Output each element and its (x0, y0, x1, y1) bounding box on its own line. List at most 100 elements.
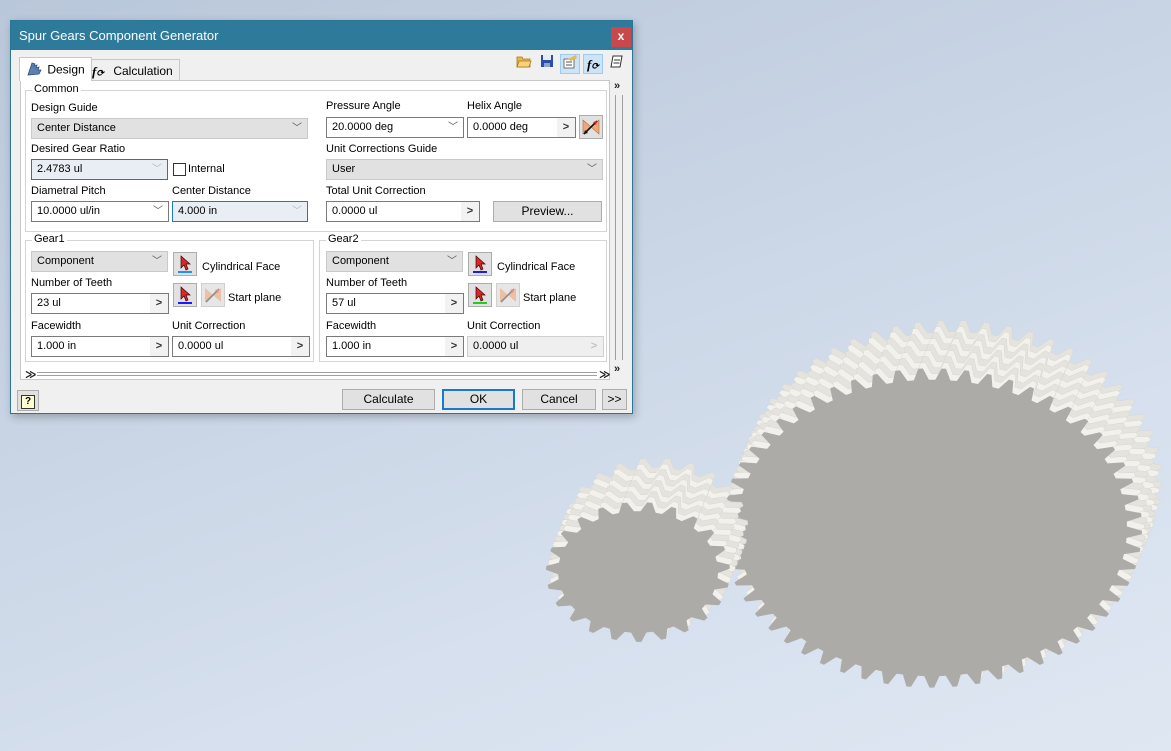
gear1-start-plane-select-button[interactable] (173, 283, 197, 307)
diametral-pitch-value: 10.0000 ul/in (37, 205, 100, 217)
desired-gear-ratio-field[interactable]: 2.4783 ul ﹀ (31, 159, 168, 180)
calculation-function-icon[interactable]: f⟳ (583, 54, 603, 74)
unit-corrections-guide-label: Unit Corrections Guide (326, 143, 438, 155)
ok-button[interactable]: OK (442, 389, 515, 410)
helix-angle-arrow-button[interactable]: > (557, 118, 575, 137)
design-tab-panel: Common Design Guide Center Distance ﹀ De… (20, 80, 611, 381)
unit-corrections-guide-value: User (332, 163, 356, 175)
gear1-facewidth-label: Facewidth (31, 320, 82, 332)
tab-design[interactable]: Design (19, 57, 92, 81)
close-button[interactable]: x (611, 27, 631, 47)
help-button[interactable]: ? (17, 390, 39, 411)
expand-right-icon[interactable]: » (614, 363, 620, 375)
gear1-type-select[interactable]: Component ﹀ (31, 251, 168, 272)
gear2-model[interactable] (722, 320, 1163, 688)
open-folder-icon[interactable] (514, 54, 534, 74)
calculate-button[interactable]: Calculate (342, 389, 435, 410)
side-splitter[interactable] (615, 95, 623, 360)
gear1-unit-correction-label: Unit Correction (172, 320, 246, 332)
helix-angle-field[interactable]: 0.0000 deg > (467, 117, 576, 138)
splitter[interactable] (37, 372, 597, 376)
function-icon: f⟳ (92, 64, 104, 79)
chevron-down-icon: ﹀ (292, 206, 302, 217)
tab-design-label: Design (47, 62, 85, 77)
gear1-unit-correction-arrow-button[interactable]: > (291, 337, 309, 356)
total-unit-correction-label: Total Unit Correction (326, 185, 426, 197)
gear1-facewidth-arrow-button[interactable]: > (150, 337, 168, 356)
notes-icon[interactable] (607, 54, 627, 74)
results-icon[interactable] (560, 54, 580, 74)
helix-angle-value: 0.0000 deg (473, 121, 529, 133)
gear2-unit-correction-field[interactable]: 0.0000 ul > (467, 336, 604, 357)
spur-gears-dialog: Spur Gears Component Generator x Design … (10, 20, 633, 414)
total-unit-correction-value: 0.0000 ul (332, 205, 378, 217)
dialog-title: Spur Gears Component Generator (19, 28, 219, 43)
gear2-type-select[interactable]: Component ﹀ (326, 251, 463, 272)
internal-label: Internal (188, 163, 225, 175)
more-options-button[interactable]: >> (602, 389, 627, 410)
gear2-facewidth-arrow-button[interactable]: > (445, 337, 463, 356)
gear2-facewidth-label: Facewidth (326, 320, 377, 332)
center-distance-value: 4.000 in (178, 205, 218, 217)
gear2-teeth-value: 57 ul (332, 297, 356, 309)
chevron-down-icon: ﹀ (447, 256, 457, 267)
gear-icon (26, 62, 44, 79)
gear1-unit-correction-field[interactable]: 0.0000 ul > (172, 336, 310, 357)
preview-button[interactable]: Preview... (493, 201, 602, 222)
gear2-start-plane-label: Start plane (523, 292, 577, 304)
gear2-type-value: Component (332, 255, 389, 267)
total-unit-correction-arrow-button[interactable]: > (461, 202, 479, 221)
total-unit-correction-field[interactable]: 0.0000 ul > (326, 201, 480, 222)
gear2-teeth-label: Number of Teeth (326, 277, 408, 289)
title-bar[interactable]: Spur Gears Component Generator x (11, 21, 632, 50)
expand-right-icon[interactable]: » (614, 80, 620, 92)
gear1-start-plane-label: Start plane (228, 292, 282, 304)
chevron-down-icon: ﹀ (587, 164, 597, 175)
select-arrow-icon (473, 286, 487, 304)
gear1-teeth-arrow-button[interactable]: > (150, 294, 168, 313)
chevron-down-icon: ﹀ (152, 164, 162, 175)
gear1-group-label: Gear1 (32, 233, 67, 245)
gear2-flip-plane-button[interactable] (496, 283, 520, 307)
center-distance-field[interactable]: 4.000 in ﹀ (172, 201, 308, 222)
gear1-facewidth-field[interactable]: 1.000 in > (31, 336, 169, 357)
gear2-start-plane-select-button[interactable] (468, 283, 492, 307)
internal-checkbox[interactable] (173, 163, 186, 176)
flip-direction-icon (582, 119, 600, 135)
gear2-facewidth-value: 1.000 in (332, 340, 372, 352)
pressure-angle-label: Pressure Angle (326, 100, 401, 112)
cancel-button[interactable]: Cancel (522, 389, 596, 410)
gear2-facewidth-field[interactable]: 1.000 in > (326, 336, 464, 357)
gear1-cylindrical-face-select-button[interactable] (173, 252, 197, 276)
helix-angle-label: Helix Angle (467, 100, 523, 112)
chevron-down-icon: ﹀ (448, 122, 458, 133)
gear1-group: Gear1 Component ﹀ Cylindrical Face Numbe… (25, 233, 314, 362)
select-arrow-icon (473, 255, 487, 273)
help-icon: ? (21, 395, 35, 409)
design-guide-value: Center Distance (37, 122, 116, 134)
gear1-teeth-value: 23 ul (37, 297, 61, 309)
design-guide-label: Design Guide (31, 102, 98, 114)
gear1-model[interactable] (546, 458, 749, 642)
desired-gear-ratio-value: 2.4783 ul (37, 163, 83, 175)
tab-calculation[interactable]: f⟳ Calculation (85, 59, 180, 81)
gear2-cylindrical-face-select-button[interactable] (468, 252, 492, 276)
gear1-teeth-field[interactable]: 23 ul > (31, 293, 169, 314)
gear2-teeth-arrow-button[interactable]: > (445, 294, 463, 313)
diametral-pitch-select[interactable]: 10.0000 ul/in ﹀ (31, 201, 169, 222)
gear2-group: Gear2 Component ﹀ Cylindrical Face Numbe… (319, 233, 607, 362)
expand-down-icon[interactable]: ≫ (599, 368, 611, 381)
gear1-flip-plane-button[interactable] (201, 283, 225, 307)
common-group: Common Design Guide Center Distance ﹀ De… (25, 83, 607, 232)
pressure-angle-select[interactable]: 20.0000 deg ﹀ (326, 117, 464, 138)
chevron-down-icon: ﹀ (153, 206, 163, 217)
gear2-unit-correction-value: 0.0000 ul (473, 340, 519, 352)
unit-corrections-guide-select[interactable]: User ﹀ (326, 159, 603, 180)
flip-direction-button[interactable] (579, 115, 603, 139)
center-distance-label: Center Distance (172, 185, 251, 197)
gear2-unit-correction-arrow-button[interactable]: > (585, 337, 603, 356)
save-icon[interactable] (537, 54, 557, 74)
expand-down-icon[interactable]: ≫ (25, 368, 37, 381)
gear2-teeth-field[interactable]: 57 ul > (326, 293, 464, 314)
design-guide-select[interactable]: Center Distance ﹀ (31, 118, 308, 139)
